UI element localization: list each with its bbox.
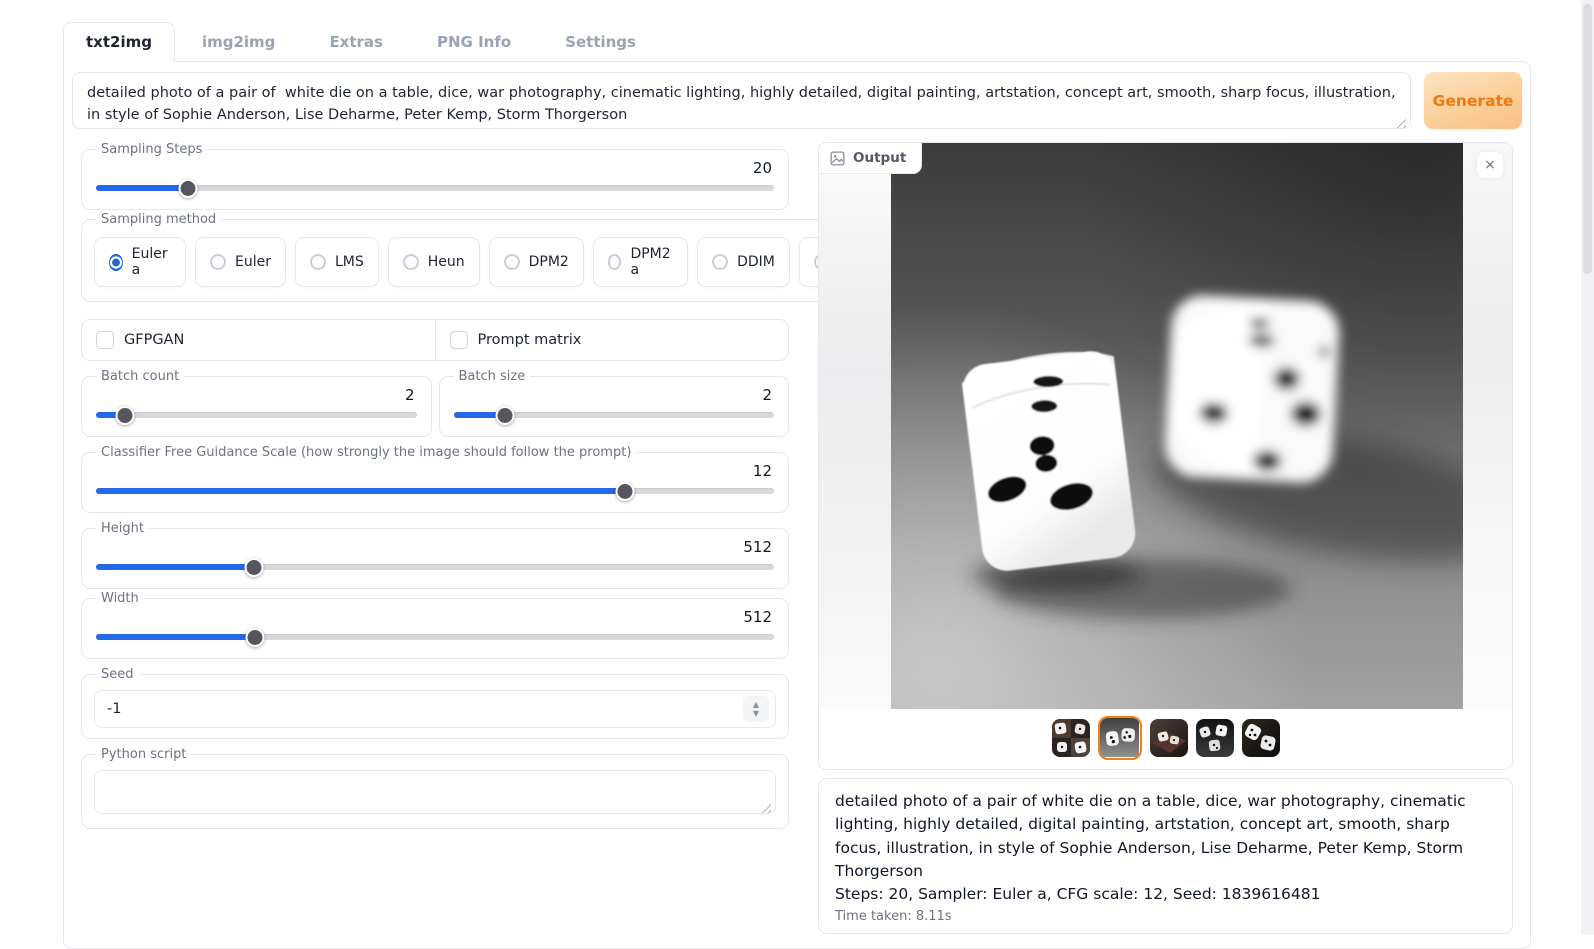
height-value: 512 <box>94 538 776 556</box>
sampling-steps-label: Sampling Steps <box>96 142 207 157</box>
app-window: txt2img img2img Extras PNG Info Settings… <box>63 22 1531 949</box>
output-panel-label: Output <box>853 150 906 166</box>
python-script-input[interactable] <box>94 770 776 814</box>
python-script-group: Python script <box>81 747 789 829</box>
prompt-input[interactable]: detailed photo of a pair of white die on… <box>72 72 1411 129</box>
prompt-row: detailed photo of a pair of white die on… <box>72 72 1522 133</box>
checkbox-icon <box>450 331 468 349</box>
gallery-thumbnail-2-selected[interactable] <box>1098 716 1142 760</box>
result-generation-params: Steps: 20, Sampler: Euler a, CFG scale: … <box>835 883 1496 906</box>
tab-bar: txt2img img2img Extras PNG Info Settings <box>63 22 1531 61</box>
spinner-down-icon[interactable]: ▼ <box>753 710 759 718</box>
radio-selected-icon <box>109 254 123 271</box>
height-slider[interactable] <box>96 558 774 576</box>
height-label: Height <box>96 521 149 536</box>
batch-count-slider[interactable] <box>96 406 417 424</box>
gallery-thumbnail-3[interactable] <box>1150 719 1188 757</box>
prompt-matrix-checkbox[interactable]: Prompt matrix <box>435 320 789 360</box>
sampling-steps-value: 20 <box>94 159 776 177</box>
image-blur-fill-right <box>1463 143 1512 709</box>
output-column: Output × <box>818 142 1513 934</box>
result-time-taken: Time taken: 8.11s <box>835 909 1496 924</box>
width-value: 512 <box>94 608 776 626</box>
width-group: Width 512 <box>81 591 789 659</box>
toggle-row: GFPGAN Prompt matrix <box>81 319 789 361</box>
output-panel-header: Output <box>819 143 922 174</box>
tab-img2img[interactable]: img2img <box>175 23 302 61</box>
radio-label: DDIM <box>737 254 775 270</box>
sampling-steps-slider[interactable] <box>96 179 774 197</box>
gfpgan-checkbox[interactable]: GFPGAN <box>82 320 435 360</box>
cfg-scale-slider[interactable] <box>96 482 774 500</box>
spinner-up-icon[interactable]: ▲ <box>753 701 759 709</box>
batch-size-value: 2 <box>452 386 777 404</box>
radio-label: Euler a <box>132 246 171 278</box>
gallery-thumbnail-5[interactable] <box>1242 719 1280 757</box>
number-spinner[interactable]: ▲▼ <box>743 696 769 722</box>
radio-icon <box>310 254 326 270</box>
cfg-scale-group: Classifier Free Guidance Scale (how stro… <box>81 445 789 513</box>
sampling-method-options: Euler a Euler LMS Heun DPM2 DPM2 a DDIM … <box>94 231 891 291</box>
settings-column: Sampling Steps 20 Sampling method Euler … <box>81 142 789 934</box>
radio-label: Euler <box>235 254 271 270</box>
sampling-method-group: Sampling method Euler a Euler LMS Heun D… <box>81 212 904 302</box>
sampling-method-label: Sampling method <box>96 212 221 227</box>
radio-icon <box>504 254 520 270</box>
batch-count-group: Batch count 2 <box>81 369 432 437</box>
gallery-thumbnail-4[interactable] <box>1196 719 1234 757</box>
width-slider[interactable] <box>96 628 774 646</box>
radio-dpm2-a[interactable]: DPM2 a <box>593 237 688 287</box>
radio-icon <box>403 254 419 270</box>
generate-button[interactable]: Generate <box>1424 72 1522 129</box>
sampling-steps-group: Sampling Steps 20 <box>81 142 789 210</box>
height-group: Height 512 <box>81 521 789 589</box>
cfg-scale-label: Classifier Free Guidance Scale (how stro… <box>96 445 636 460</box>
gallery-thumbnails <box>819 709 1512 769</box>
radio-euler[interactable]: Euler <box>195 237 286 287</box>
seed-input[interactable] <box>95 691 737 727</box>
result-info-panel: detailed photo of a pair of white die on… <box>818 778 1513 934</box>
python-script-label: Python script <box>96 747 191 762</box>
image-icon <box>830 151 845 166</box>
radio-dpm2[interactable]: DPM2 <box>489 237 584 287</box>
generated-image[interactable] <box>891 143 1463 709</box>
gallery-thumbnail-1[interactable] <box>1052 719 1090 757</box>
radio-lms[interactable]: LMS <box>295 237 379 287</box>
batch-count-label: Batch count <box>96 369 184 384</box>
gfpgan-label: GFPGAN <box>124 332 184 348</box>
output-panel: Output × <box>818 142 1513 770</box>
radio-label: LMS <box>335 254 364 270</box>
width-label: Width <box>96 591 144 606</box>
tab-txt2img[interactable]: txt2img <box>63 22 175 62</box>
radio-icon <box>210 254 226 270</box>
radio-label: DPM2 a <box>630 246 673 278</box>
cfg-scale-value: 12 <box>94 462 776 480</box>
seed-label: Seed <box>96 667 139 682</box>
prompt-matrix-label: Prompt matrix <box>478 332 582 348</box>
page-scrollbar[interactable] <box>1581 0 1594 935</box>
radio-label: DPM2 <box>529 254 569 270</box>
batch-size-slider[interactable] <box>454 406 775 424</box>
radio-ddim[interactable]: DDIM <box>697 237 790 287</box>
main-card: detailed photo of a pair of white die on… <box>63 61 1531 949</box>
batch-size-label: Batch size <box>454 369 531 384</box>
radio-heun[interactable]: Heun <box>388 237 480 287</box>
close-icon[interactable]: × <box>1477 152 1503 178</box>
radio-icon <box>712 254 728 270</box>
tab-extras[interactable]: Extras <box>302 23 410 61</box>
batch-size-group: Batch size 2 <box>439 369 790 437</box>
scrollbar-thumb[interactable] <box>1583 4 1592 274</box>
radio-label: Heun <box>428 254 465 270</box>
tab-png-info[interactable]: PNG Info <box>410 23 538 61</box>
checkbox-icon <box>96 331 114 349</box>
tab-settings[interactable]: Settings <box>538 23 663 61</box>
result-prompt-text: detailed photo of a pair of white die on… <box>835 790 1496 883</box>
image-blur-fill-left <box>819 143 891 709</box>
radio-euler-a[interactable]: Euler a <box>94 237 186 287</box>
generated-image-area <box>819 143 1512 709</box>
radio-icon <box>608 254 622 270</box>
seed-group: Seed ▲▼ <box>81 667 789 739</box>
batch-count-value: 2 <box>94 386 419 404</box>
